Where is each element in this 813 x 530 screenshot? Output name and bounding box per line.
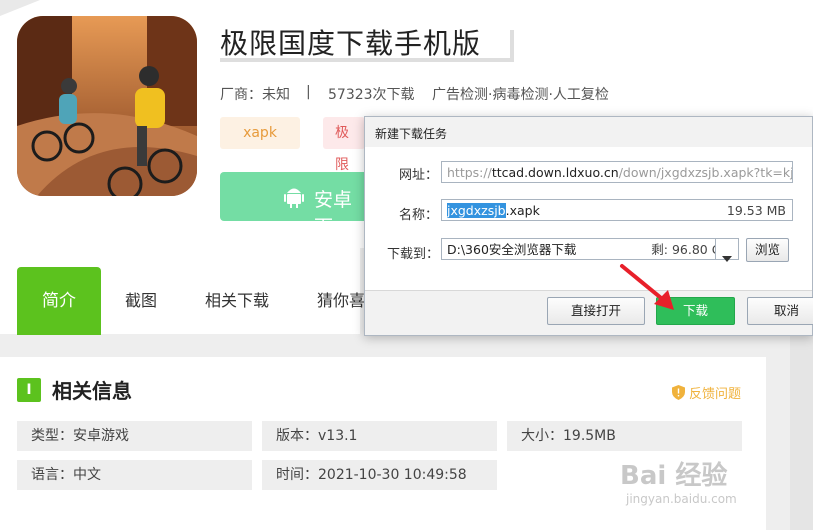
tab-intro[interactable]: 简介 bbox=[17, 267, 101, 335]
cancel-button[interactable]: 取消 bbox=[747, 297, 813, 325]
app-icon bbox=[17, 16, 197, 196]
save-path: D:\360安全浏览器下载 bbox=[447, 242, 577, 257]
title-bracket bbox=[510, 30, 514, 62]
title-underline bbox=[220, 58, 514, 62]
info-badge: I bbox=[17, 378, 41, 402]
url-prefix: https:// bbox=[447, 165, 492, 180]
info-title: 相关信息 bbox=[52, 379, 132, 403]
baidu-watermark: Bai 经验 bbox=[620, 461, 728, 491]
filename-field[interactable]: jxgdxzsjb.xapk 19.53 MB bbox=[441, 199, 793, 221]
tag-xapk: xapk bbox=[220, 117, 300, 149]
android-icon bbox=[284, 184, 304, 213]
info-version: 版本：v13.1 bbox=[262, 421, 497, 451]
safety-checks: 广告检测·病毒检测·人工复检 bbox=[432, 87, 609, 103]
info-language: 语言：中文 bbox=[17, 460, 252, 490]
info-type: 类型：安卓游戏 bbox=[17, 421, 252, 451]
save-path-field[interactable]: D:\360安全浏览器下载 剩: 96.80 GB bbox=[441, 238, 739, 260]
file-size: 19.53 MB bbox=[726, 203, 786, 218]
meta-separator: | bbox=[306, 84, 311, 100]
download-count: 57323次下载 bbox=[328, 87, 415, 103]
new-download-dialog: 新建下载任务 网址： https://ttcad.down.ldxuo.cn/d… bbox=[364, 116, 813, 336]
dialog-title: 新建下载任务 bbox=[375, 127, 448, 141]
browse-button[interactable]: 浏览 bbox=[746, 238, 789, 262]
tab-related-downloads[interactable]: 相关下载 bbox=[205, 267, 269, 335]
url-label: 网址： bbox=[399, 168, 439, 183]
filename-selected: jxgdxzsjb bbox=[447, 203, 506, 218]
info-time: 时间：2021-10-30 10:49:58 bbox=[262, 460, 497, 490]
android-download-button[interactable]: 安卓下 bbox=[220, 172, 370, 238]
save-to-label: 下载到： bbox=[387, 247, 440, 262]
page-side-strip bbox=[790, 330, 813, 530]
name-label: 名称： bbox=[399, 208, 439, 223]
feedback-label: 反馈问题 bbox=[689, 387, 742, 402]
annotation-arrow-icon bbox=[620, 264, 674, 310]
url-host: ttcad.down.ldxuo.cn bbox=[491, 165, 619, 180]
tab-guess-you-like[interactable]: 猜你喜 bbox=[317, 267, 365, 335]
feedback-link[interactable]: 反馈问题 bbox=[672, 383, 741, 404]
url-path: /down/jxgdxzsjb.xapk?tk=kjM0 bbox=[618, 165, 793, 180]
url-field[interactable]: https://ttcad.down.ldxuo.cn/down/jxgdxzs… bbox=[441, 161, 793, 183]
tab-screenshots[interactable]: 截图 bbox=[125, 267, 157, 335]
app-title: 极限国度下载手机版 bbox=[220, 27, 482, 60]
info-size: 大小：19.5MB bbox=[507, 421, 742, 451]
download-button-label: 安卓下 bbox=[314, 189, 353, 238]
baidu-watermark-url: jingyan.baidu.com bbox=[626, 492, 737, 506]
filename-ext: .xapk bbox=[505, 203, 540, 218]
save-path-dropdown[interactable] bbox=[715, 238, 739, 262]
shield-icon bbox=[672, 385, 685, 404]
chevron-down-icon bbox=[722, 247, 732, 266]
tag-title: 极限 bbox=[323, 117, 365, 173]
vendor-text: 厂商：未知 bbox=[220, 87, 290, 103]
